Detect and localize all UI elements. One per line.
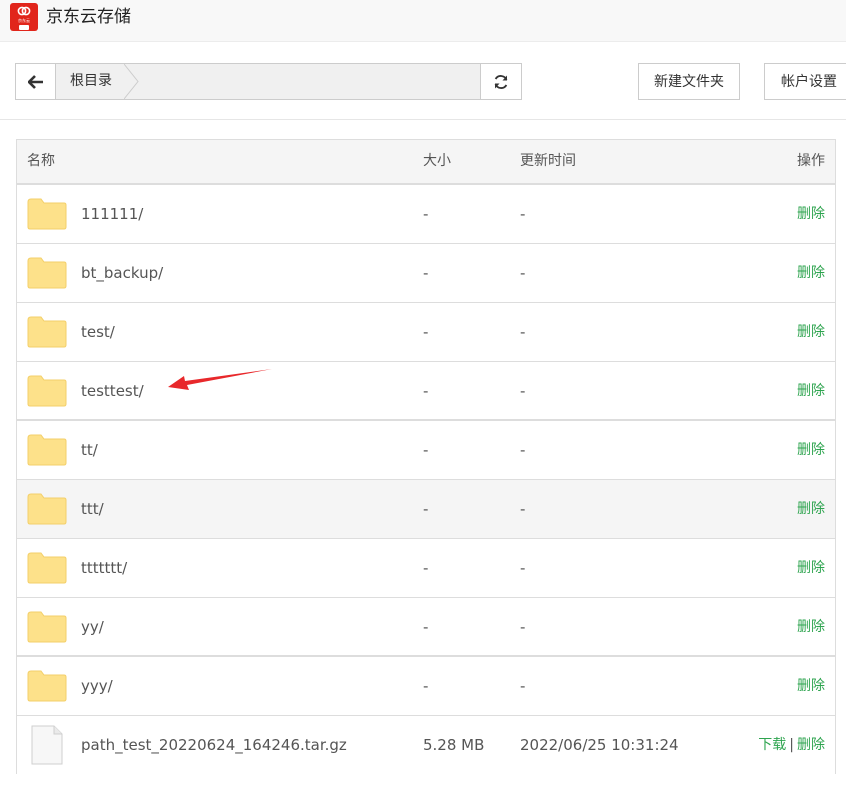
annotation-arrow-icon: [168, 369, 272, 390]
breadcrumb-chevron-icon: [124, 64, 139, 99]
file-updated-time: -: [520, 323, 526, 341]
back-button[interactable]: [16, 64, 56, 99]
folder-icon: [27, 198, 67, 230]
refresh-icon: [494, 74, 508, 89]
delete-link[interactable]: 删除: [797, 737, 825, 753]
file-updated-time: -: [520, 500, 526, 518]
refresh-button[interactable]: [480, 64, 521, 99]
delete-link[interactable]: 删除: [797, 324, 825, 340]
file-updated-time: -: [520, 205, 526, 223]
folder-icon: [27, 611, 67, 643]
table-row: path_test_20220624_164246.tar.gz 5.28 MB…: [17, 716, 835, 774]
table-row: ttttttt/ - - 删除: [17, 539, 835, 598]
table-row: bt_backup/ - - 删除: [17, 244, 835, 303]
column-header-size: 大小: [423, 153, 451, 169]
breadcrumb: 根目录: [56, 64, 480, 99]
file-size: 5.28 MB: [423, 736, 485, 754]
file-name[interactable]: bt_backup/: [81, 244, 163, 302]
file-updated-time: -: [520, 559, 526, 577]
path-navigation: 根目录: [15, 63, 522, 100]
file-name[interactable]: yyy/: [81, 657, 113, 715]
file-updated-time: 2022/06/25 10:31:24: [520, 736, 679, 754]
file-updated-time: -: [520, 677, 526, 695]
file-name[interactable]: 111111/: [81, 185, 143, 243]
table-row: yy/ - - 删除: [17, 598, 835, 657]
folder-icon: [27, 552, 67, 584]
delete-link[interactable]: 删除: [797, 560, 825, 576]
file-size: -: [423, 264, 429, 282]
table-row: test/ - - 删除: [17, 303, 835, 362]
row-actions: 删除: [797, 657, 825, 715]
row-actions: 删除: [797, 303, 825, 361]
row-actions: 删除: [797, 421, 825, 479]
file-size: -: [423, 500, 429, 518]
file-name[interactable]: testtest/: [81, 362, 144, 420]
file-size: -: [423, 382, 429, 400]
breadcrumb-root[interactable]: 根目录: [56, 64, 128, 99]
file-updated-time: -: [520, 441, 526, 459]
table-row: ttt/ - - 删除: [17, 480, 835, 539]
folder-icon: [27, 493, 67, 525]
file-size: -: [423, 677, 429, 695]
file-name[interactable]: yy/: [81, 598, 104, 656]
file-table: 名称 大小 更新时间 操作 111111/ - - 删除 bt_backup/ …: [16, 139, 836, 774]
file-updated-time: -: [520, 618, 526, 636]
folder-icon: [27, 257, 67, 289]
app-title: 京东云存储: [46, 7, 131, 27]
delete-link[interactable]: 删除: [797, 442, 825, 458]
file-updated-time: -: [520, 264, 526, 282]
file-size: -: [423, 205, 429, 223]
delete-link[interactable]: 删除: [797, 619, 825, 635]
delete-link[interactable]: 删除: [797, 501, 825, 517]
row-actions: 删除: [797, 244, 825, 302]
file-size: -: [423, 559, 429, 577]
delete-link[interactable]: 删除: [797, 206, 825, 222]
column-header-actions: 操作: [797, 153, 825, 169]
folder-icon: [27, 670, 67, 702]
logo-badge: [19, 25, 29, 30]
table-header: 名称 大小 更新时间 操作: [17, 140, 835, 185]
delete-link[interactable]: 删除: [797, 678, 825, 694]
delete-link[interactable]: 删除: [797, 383, 825, 399]
logo-mark-icon: [17, 6, 31, 16]
file-name[interactable]: ttt/: [81, 480, 104, 538]
jdcloud-logo: 京东云: [10, 3, 38, 31]
column-header-updated: 更新时间: [520, 153, 576, 169]
row-actions: 删除: [797, 480, 825, 538]
column-header-name: 名称: [27, 153, 55, 169]
file-updated-time: -: [520, 382, 526, 400]
table-row: tt/ - - 删除: [17, 421, 835, 480]
file-name[interactable]: test/: [81, 303, 115, 361]
new-folder-button[interactable]: 新建文件夹: [638, 63, 740, 100]
app-window: 京东云 京东云存储 根目录 新建文件夹 帐户设置 名称 大小 更新时间 操作 1…: [0, 0, 846, 797]
file-icon: [31, 725, 63, 765]
file-name[interactable]: path_test_20220624_164246.tar.gz: [81, 716, 347, 774]
app-header: 京东云 京东云存储: [0, 0, 846, 42]
toolbar: 根目录 新建文件夹 帐户设置: [0, 42, 846, 120]
file-name[interactable]: tt/: [81, 421, 98, 479]
folder-icon: [27, 375, 67, 407]
row-actions: 删除: [797, 362, 825, 420]
table-row: 111111/ - - 删除: [17, 185, 835, 244]
table-row: testtest/ - - 删除: [17, 362, 835, 421]
action-separator: |: [789, 737, 794, 753]
folder-icon: [27, 434, 67, 466]
account-settings-button[interactable]: 帐户设置: [764, 63, 846, 100]
folder-icon: [27, 316, 67, 348]
file-size: -: [423, 441, 429, 459]
file-name[interactable]: ttttttt/: [81, 539, 127, 597]
file-size: -: [423, 618, 429, 636]
arrow-left-icon: [27, 74, 43, 89]
row-actions: 下载 | 删除: [758, 716, 825, 774]
logo-text: 京东云: [18, 18, 30, 23]
download-link[interactable]: 下载: [758, 737, 786, 753]
file-size: -: [423, 323, 429, 341]
row-actions: 删除: [797, 539, 825, 597]
row-actions: 删除: [797, 598, 825, 656]
table-row: yyy/ - - 删除: [17, 657, 835, 716]
row-actions: 删除: [797, 185, 825, 243]
delete-link[interactable]: 删除: [797, 265, 825, 281]
